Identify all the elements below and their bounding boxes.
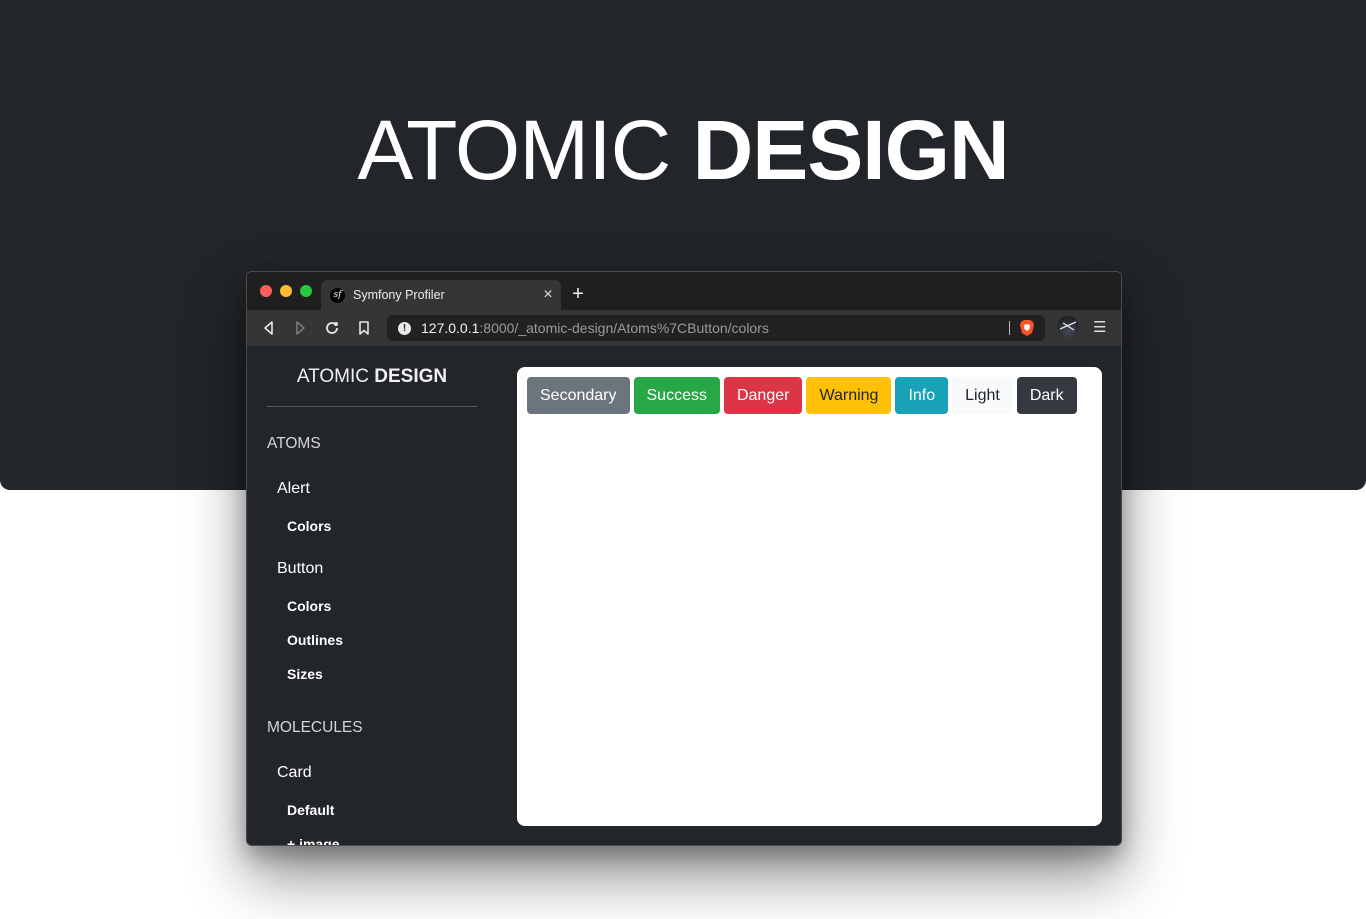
danger-button[interactable]: Danger	[723, 377, 803, 414]
nav-item-card-default[interactable]: Default	[287, 802, 334, 818]
brand-bold: DESIGN	[374, 366, 448, 387]
not-secure-icon[interactable]: !	[398, 321, 411, 335]
brand-divider	[267, 406, 477, 407]
tab-title: Symfony Profiler	[353, 288, 445, 302]
button-color-row: Secondary Success Danger Warning Info Li…	[527, 377, 1077, 414]
bookmark-button[interactable]	[355, 319, 373, 337]
new-tab-button[interactable]: +	[569, 283, 587, 305]
browser-toolbar: ! 127.0.0.1:8000/_atomic-design/Atoms%7C…	[247, 310, 1121, 346]
url-text[interactable]: 127.0.0.1:8000/_atomic-design/Atoms%7CBu…	[421, 320, 769, 336]
reload-button[interactable]	[323, 319, 341, 337]
symfony-favicon-icon: sf	[330, 287, 345, 303]
info-button[interactable]: Info	[895, 377, 949, 414]
forward-button[interactable]	[291, 319, 309, 337]
maximize-window-button[interactable]	[300, 285, 312, 297]
sidebar-brand[interactable]: ATOMIC DESIGN	[267, 366, 477, 388]
section-molecules: MOLECULES	[267, 719, 363, 736]
url-path: :8000/_atomic-design/Atoms%7CButton/colo…	[479, 320, 769, 336]
address-bar[interactable]: ! 127.0.0.1:8000/_atomic-design/Atoms%7C…	[387, 315, 1045, 341]
reload-icon	[326, 322, 338, 334]
section-atoms: ATOMS	[267, 435, 321, 452]
page-viewport: ATOMIC DESIGN ATOMS Alert Colors Button …	[247, 346, 1121, 845]
nav-item-button-colors[interactable]: Colors	[287, 598, 331, 614]
hamburger-menu-icon[interactable]: ☰	[1093, 319, 1106, 337]
browser-tab[interactable]: sf Symfony Profiler ×	[321, 280, 561, 310]
bookmark-icon	[359, 321, 369, 335]
tab-close-icon[interactable]: ×	[541, 286, 555, 304]
profile-avatar-icon[interactable]	[1057, 316, 1079, 338]
nav-group-button[interactable]: Button	[277, 560, 323, 578]
nav-group-alert[interactable]: Alert	[277, 480, 310, 498]
browser-window: sf Symfony Profiler × + ! 127.0.0.1:8000…	[246, 271, 1122, 846]
nav-item-card-image[interactable]: + image	[287, 836, 340, 845]
url-separator	[1009, 321, 1010, 335]
light-button[interactable]: Light	[952, 377, 1013, 414]
preview-panel: Secondary Success Danger Warning Info Li…	[517, 367, 1102, 826]
success-button[interactable]: Success	[633, 377, 720, 414]
sidebar: ATOMIC DESIGN ATOMS Alert Colors Button …	[247, 346, 497, 845]
nav-group-card[interactable]: Card	[277, 764, 312, 782]
hero-title-light: ATOMIC	[357, 103, 671, 197]
warning-button[interactable]: Warning	[806, 377, 892, 414]
hero-title: ATOMIC DESIGN	[0, 102, 1366, 198]
close-window-button[interactable]	[260, 285, 272, 297]
nav-item-button-outlines[interactable]: Outlines	[287, 632, 343, 648]
secondary-button[interactable]: Secondary	[527, 377, 630, 414]
brave-shields-icon[interactable]	[1019, 319, 1035, 337]
back-arrow-icon	[264, 321, 273, 335]
nav-item-button-sizes[interactable]: Sizes	[287, 666, 323, 682]
forward-arrow-icon	[296, 321, 305, 335]
minimize-window-button[interactable]	[280, 285, 292, 297]
nav-item-alert-colors[interactable]: Colors	[287, 518, 331, 534]
hero-title-bold: DESIGN	[692, 103, 1010, 197]
dark-button[interactable]: Dark	[1016, 377, 1077, 414]
url-host: 127.0.0.1	[421, 320, 480, 336]
back-button[interactable]	[260, 319, 278, 337]
brand-light: ATOMIC	[296, 366, 369, 387]
browser-titlebar: sf Symfony Profiler × +	[247, 272, 1121, 310]
